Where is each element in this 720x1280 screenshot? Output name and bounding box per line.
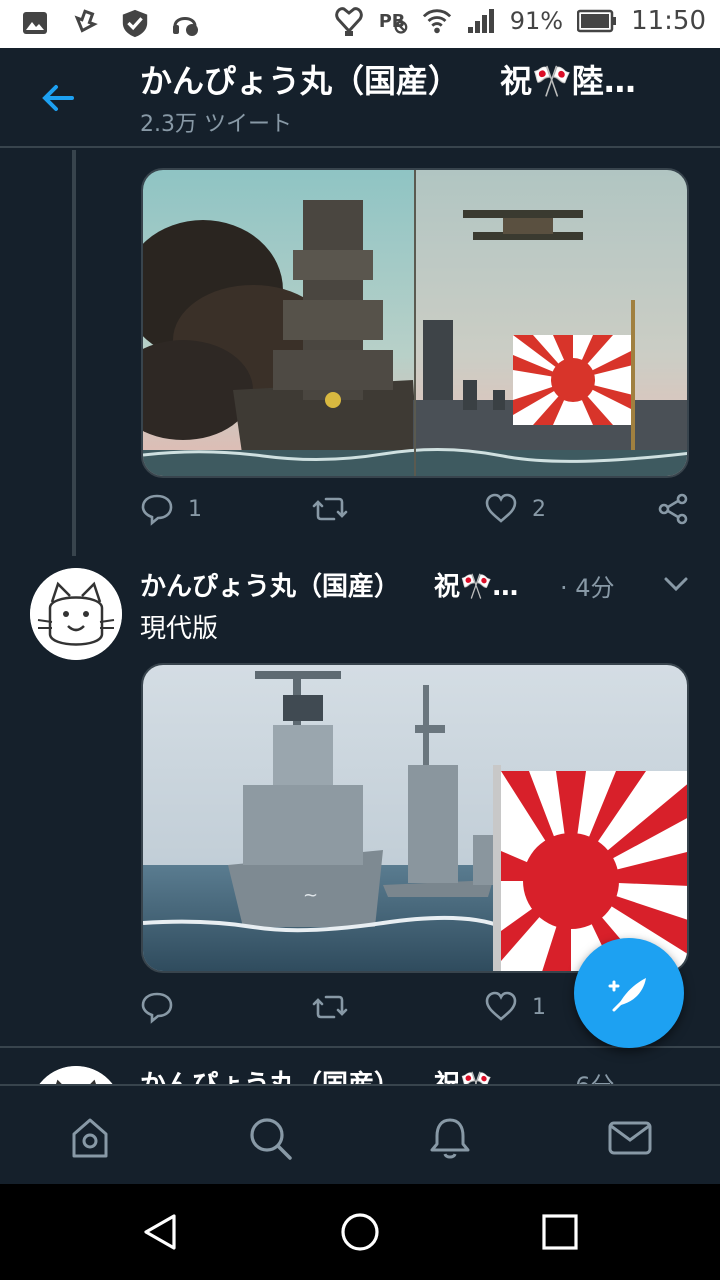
tweet2-text: 現代版	[140, 614, 219, 644]
chevron-down-icon[interactable]	[662, 574, 690, 598]
retweet-icon	[312, 492, 348, 526]
like-button[interactable]: 2	[484, 492, 546, 526]
profile-name-suffix: 祝🎌陸…	[500, 62, 636, 100]
thread-connector-line	[72, 150, 76, 556]
notifications-bell-icon[interactable]	[426, 1114, 474, 1162]
reply-icon	[140, 492, 174, 526]
author-name: かんぴょう丸（国産）	[140, 572, 401, 602]
retweet-button[interactable]	[312, 990, 362, 1024]
status-bar: PB 91% 11:50	[0, 0, 720, 48]
recents-square-icon[interactable]	[538, 1210, 582, 1258]
back-arrow-icon[interactable]	[38, 78, 78, 118]
back-triangle-icon[interactable]	[138, 1210, 182, 1258]
pb-icon: PB	[378, 6, 408, 36]
home-circle-icon[interactable]	[338, 1210, 382, 1258]
compose-feather-icon	[608, 978, 646, 1012]
profile-name: かんぴょう丸（国産）	[140, 62, 461, 100]
compose-tweet-button[interactable]	[574, 938, 684, 1048]
messages-envelope-icon[interactable]	[606, 1114, 654, 1162]
author-name-suffix: 祝🎌…	[434, 572, 519, 602]
heart-location-icon	[334, 6, 364, 36]
download-icon	[70, 8, 100, 38]
avatar[interactable]	[30, 568, 122, 660]
reply-icon	[140, 990, 174, 1024]
reply-button[interactable]	[140, 990, 188, 1024]
reply-button[interactable]: 1	[140, 492, 202, 526]
signal-icon	[466, 6, 496, 36]
tweet-count: 2.3万 ツイート	[140, 112, 292, 137]
tweet2-timestamp: · 4分	[560, 574, 615, 602]
headset-icon	[170, 8, 200, 38]
tweet-divider	[0, 1046, 720, 1048]
bottom-navigation	[0, 1084, 720, 1184]
cat-face-icon	[30, 568, 122, 660]
like-count: 1	[532, 994, 546, 1020]
tweet1-action-bar: 1 2	[140, 492, 700, 536]
shield-check-icon	[120, 8, 150, 38]
battery-percent: 91%	[509, 7, 564, 35]
like-button[interactable]: 1	[484, 990, 546, 1024]
system-navigation-bar	[0, 1184, 720, 1280]
share-icon	[656, 492, 690, 526]
search-icon[interactable]	[246, 1114, 294, 1162]
heart-icon	[484, 990, 518, 1024]
hull-number: ~	[303, 885, 318, 906]
clock: 11:50	[631, 6, 706, 36]
tweet-image-battleship-painting[interactable]	[141, 168, 689, 478]
wifi-icon	[422, 6, 452, 36]
heart-icon	[484, 492, 518, 526]
tweet2-author[interactable]: かんぴょう丸（国産） 祝🎌…	[140, 566, 518, 603]
home-icon[interactable]	[66, 1114, 114, 1162]
image-icon	[20, 8, 50, 38]
profile-header: かんぴょう丸（国産） 祝🎌陸… 2.3万 ツイート	[0, 48, 720, 148]
tweet-image-modern-warships[interactable]: ~	[141, 663, 689, 973]
retweet-button[interactable]	[312, 492, 362, 526]
like-count: 2	[532, 496, 546, 522]
share-button[interactable]	[656, 492, 690, 526]
retweet-icon	[312, 990, 348, 1024]
battery-icon	[577, 6, 617, 36]
reply-count: 1	[188, 496, 202, 522]
profile-title: かんぴょう丸（国産） 祝🎌陸…	[140, 56, 700, 102]
